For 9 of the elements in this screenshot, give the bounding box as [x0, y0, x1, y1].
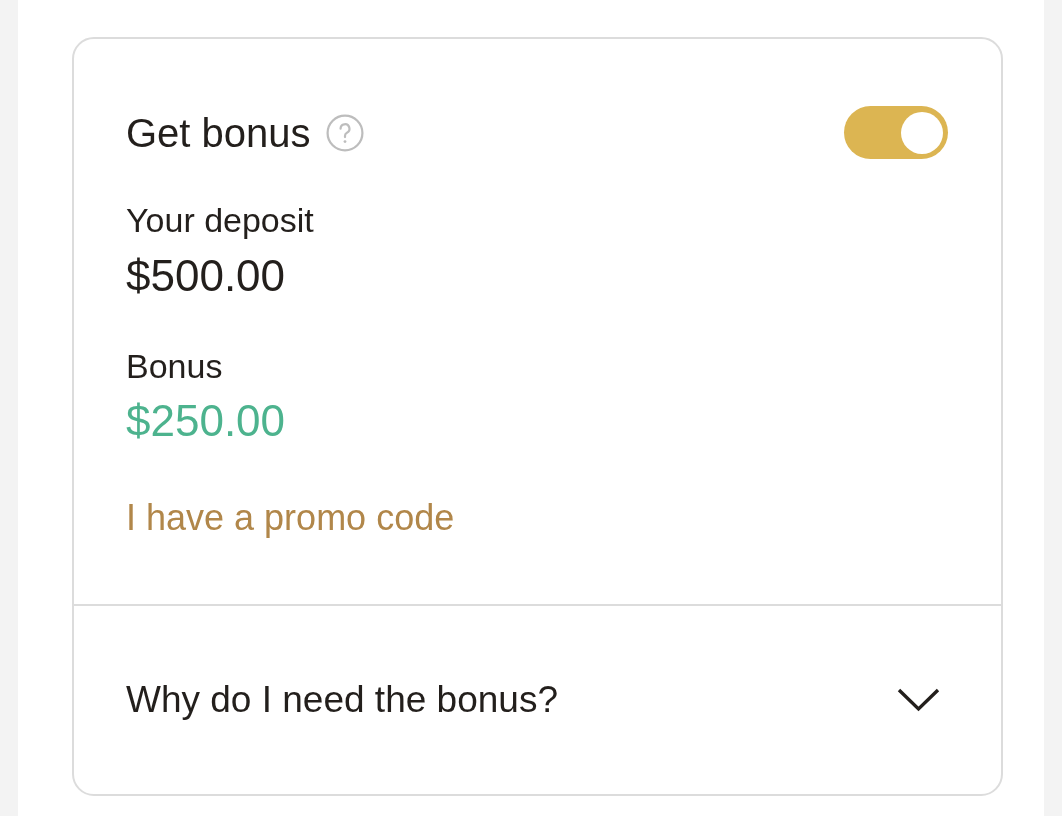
card-title: Get bonus: [126, 109, 311, 157]
faq-accordion-header[interactable]: Why do I need the bonus?: [74, 604, 1001, 795]
deposit-label: Your deposit: [126, 200, 314, 241]
chevron-icon: [897, 688, 940, 713]
bonus-label: Bonus: [126, 345, 223, 387]
help-icon[interactable]: [325, 113, 364, 152]
bonus-toggle[interactable]: [844, 106, 948, 159]
deposit-amount: $500.00: [126, 249, 286, 302]
bonus-amount: $250.00: [126, 395, 286, 448]
